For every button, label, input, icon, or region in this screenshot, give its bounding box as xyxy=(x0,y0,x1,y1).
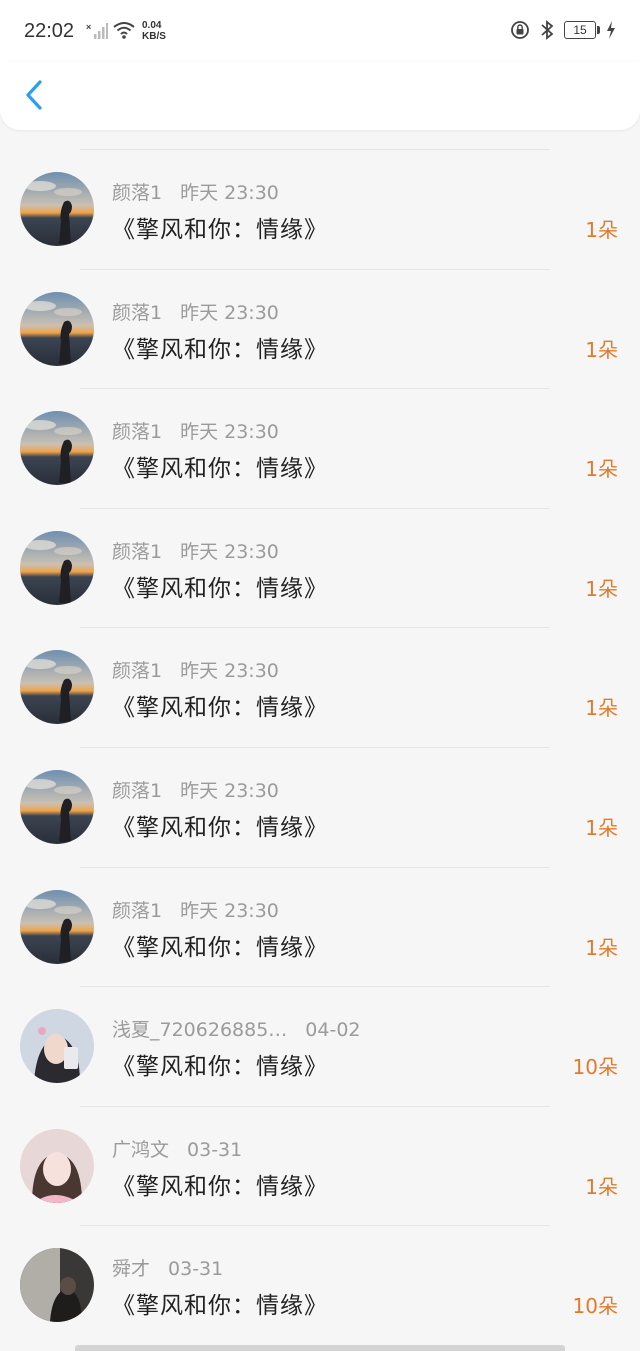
status-bar: 22:02 × 0.04 KB/S 15 xyxy=(0,0,640,62)
work-title: 《擎风和你：情缘》 xyxy=(112,1293,328,1320)
avatar[interactable] xyxy=(20,530,94,605)
user-name: 颜落1 xyxy=(112,779,163,802)
timestamp: 昨天 23:30 xyxy=(180,660,279,683)
timestamp: 昨天 23:30 xyxy=(180,540,279,563)
item-meta: 颜落1 昨天 23:30 xyxy=(112,896,279,923)
list-item[interactable]: 颜落1 昨天 23:30 《擎风和你：情缘》 1朵 xyxy=(0,748,640,868)
work-title: 《擎风和你：情缘》 xyxy=(112,695,328,722)
avatar[interactable] xyxy=(20,650,94,725)
user-name: 舜才 xyxy=(112,1258,151,1281)
list-item[interactable]: 颜落1 昨天 23:30 《擎风和你：情缘》 1朵 xyxy=(0,389,640,509)
gift-amount: 1朵 xyxy=(585,1174,618,1199)
user-name: 颜落1 xyxy=(112,899,163,922)
avatar[interactable] xyxy=(20,1009,94,1084)
gift-amount: 10朵 xyxy=(572,1055,618,1080)
list-item[interactable]: 颜落1 昨天 23:30 《擎风和你：情缘》 1朵 xyxy=(0,270,640,390)
list-item[interactable]: 舜才 03-31 《擎风和你：情缘》 10朵 xyxy=(0,1226,640,1346)
user-name: 广鸿文 xyxy=(112,1138,170,1161)
net-speed: 0.04 KB/S xyxy=(142,20,166,42)
item-meta: 颜落1 昨天 23:30 xyxy=(112,298,279,325)
gift-amount: 1朵 xyxy=(585,218,618,242)
gift-amount: 1朵 xyxy=(585,935,618,960)
gift-amount: 10朵 xyxy=(572,1294,618,1319)
list-item[interactable]: 颜落1 昨天 23:30 《擎风和你：情缘》 1朵 xyxy=(0,509,640,629)
list-item[interactable]: 颜落1 昨天 23:30 《擎风和你：情缘》 1朵 xyxy=(0,150,640,270)
gift-amount: 1朵 xyxy=(585,337,618,362)
list-item[interactable]: 颜落1 昨天 23:30 《擎风和你：情缘》 1朵 xyxy=(0,868,640,988)
work-title: 《擎风和你：情缘》 xyxy=(112,1173,328,1200)
avatar[interactable] xyxy=(20,889,94,964)
user-name: 颜落1 xyxy=(112,182,163,204)
item-meta: 舜才 03-31 xyxy=(112,1254,223,1281)
timestamp: 04-02 xyxy=(305,1019,361,1042)
item-meta: 颜落1 昨天 23:30 xyxy=(112,417,279,444)
charging-icon xyxy=(607,21,615,39)
work-title: 《擎风和你：情缘》 xyxy=(112,1054,328,1081)
work-title: 《擎风和你：情缘》 xyxy=(112,575,328,602)
lock-rotation-icon xyxy=(511,21,529,39)
list-item[interactable]: 浅夏_720626885… 04-02 《擎风和你：情缘》 10朵 xyxy=(0,987,640,1107)
svg-text:×: × xyxy=(86,22,91,32)
work-title: 《擎风和你：情缘》 xyxy=(112,217,328,243)
item-meta: 广鸿文 03-31 xyxy=(112,1135,242,1162)
item-meta: 浅夏_720626885… 04-02 xyxy=(112,1015,361,1042)
net-speed-value: 0.04 xyxy=(142,20,162,31)
avatar[interactable] xyxy=(20,291,94,366)
user-name: 颜落1 xyxy=(112,421,163,444)
work-title: 《擎风和你：情缘》 xyxy=(112,934,328,961)
home-indicator xyxy=(75,1345,565,1351)
item-meta: 颜落1 昨天 23:30 xyxy=(112,178,279,205)
work-title: 《擎风和你：情缘》 xyxy=(112,814,328,841)
battery-icon: 15 xyxy=(564,21,600,39)
user-name: 浅夏_720626885… xyxy=(112,1019,288,1042)
avatar[interactable] xyxy=(20,769,94,844)
item-meta: 颜落1 昨天 23:30 xyxy=(112,656,279,683)
avatar[interactable] xyxy=(20,172,94,246)
avatar[interactable] xyxy=(20,1248,94,1323)
bluetooth-icon xyxy=(541,20,554,40)
status-time: 22:02 xyxy=(24,20,75,42)
net-speed-unit: KB/S xyxy=(142,31,166,42)
timestamp: 昨天 23:30 xyxy=(180,421,279,444)
gift-amount: 1朵 xyxy=(585,815,618,840)
gift-amount: 1朵 xyxy=(585,576,618,601)
gift-record-list: 颜落1 昨天 23:30 《擎风和你：情缘》 1朵 颜落1 昨天 23:30 《擎风和你：情… xyxy=(0,150,640,1346)
timestamp: 昨天 23:30 xyxy=(180,301,279,324)
avatar[interactable] xyxy=(20,411,94,486)
list-item[interactable]: 广鸿文 03-31 《擎风和你：情缘》 1朵 xyxy=(0,1107,640,1227)
user-name: 颜落1 xyxy=(112,540,163,563)
wifi-icon xyxy=(113,22,135,39)
timestamp: 昨天 23:30 xyxy=(180,182,279,204)
work-title: 《擎风和你：情缘》 xyxy=(112,456,328,483)
back-arrow-icon[interactable] xyxy=(18,76,54,116)
timestamp: 昨天 23:30 xyxy=(180,899,279,922)
nav-bar xyxy=(0,62,640,130)
list-item[interactable]: 颜落1 昨天 23:30 《擎风和你：情缘》 1朵 xyxy=(0,628,640,748)
avatar[interactable] xyxy=(20,1128,94,1203)
timestamp: 昨天 23:30 xyxy=(180,779,279,802)
gift-amount: 1朵 xyxy=(585,696,618,721)
item-meta: 颜落1 昨天 23:30 xyxy=(112,776,279,803)
gift-amount: 1朵 xyxy=(585,457,618,482)
user-name: 颜落1 xyxy=(112,660,163,683)
timestamp: 03-31 xyxy=(168,1258,224,1281)
work-title: 《擎风和你：情缘》 xyxy=(112,336,328,363)
signal-icon: × xyxy=(86,22,108,39)
timestamp: 03-31 xyxy=(187,1138,243,1161)
item-meta: 颜落1 昨天 23:30 xyxy=(112,537,279,564)
user-name: 颜落1 xyxy=(112,301,163,324)
